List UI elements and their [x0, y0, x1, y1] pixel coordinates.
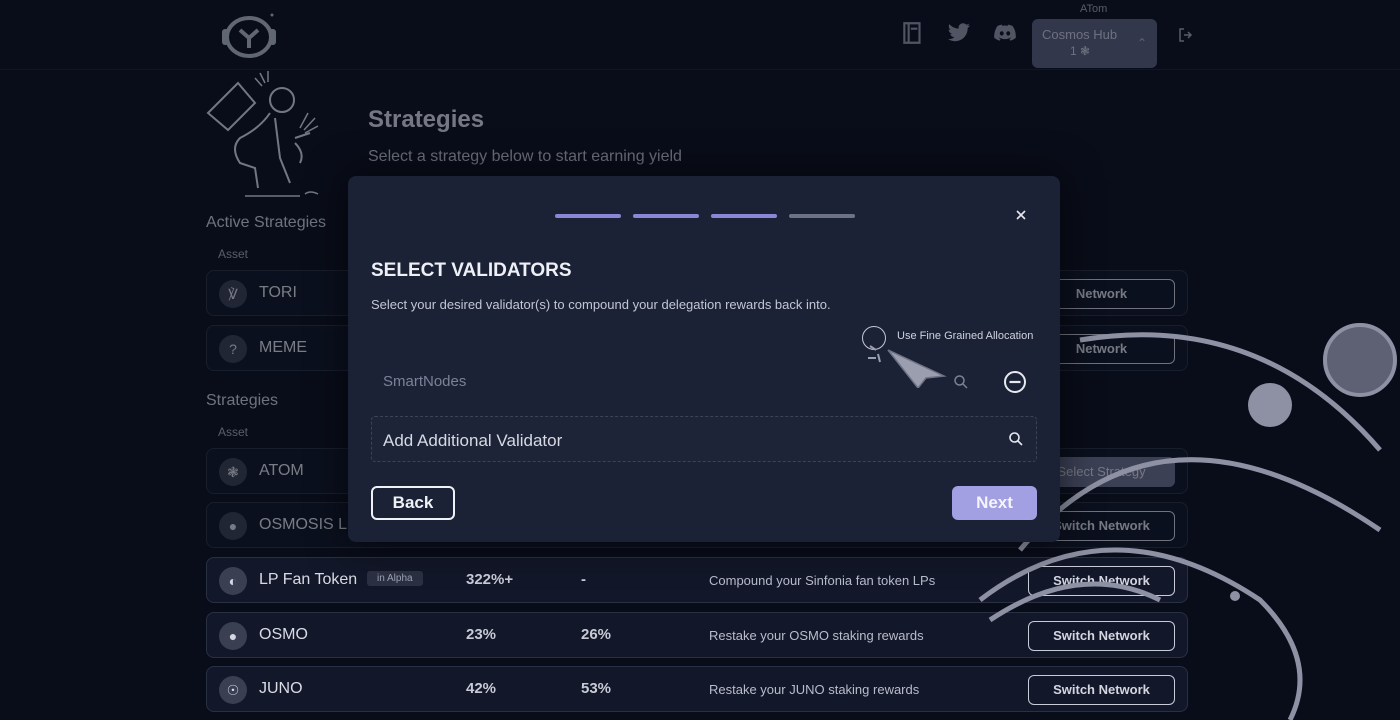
close-icon[interactable] [1014, 208, 1028, 222]
asset-name: JUNO [259, 680, 303, 697]
strategy-description: Compound your Sinfonia fan token LPs [709, 573, 936, 588]
lp-fan-token-icon: ◐ [219, 567, 247, 595]
back-button[interactable]: Back [371, 486, 455, 520]
remove-validator-icon[interactable] [1003, 370, 1027, 394]
apr-value: - [581, 571, 586, 588]
asset-name: LP Fan Token [259, 571, 358, 588]
apy-value: 322%+ [466, 571, 514, 588]
progress-stepper [555, 214, 855, 218]
selected-validator-row: SmartNodes [371, 362, 1037, 402]
apy-value: 23% [466, 626, 497, 643]
next-button[interactable]: Next [952, 486, 1037, 520]
step-indicator [633, 214, 699, 218]
add-validator-placeholder: Add Additional Validator [383, 431, 563, 450]
step-indicator [789, 214, 855, 218]
juno-icon: ☉ [219, 676, 247, 704]
step-indicator [555, 214, 621, 218]
strategy-description: Restake your JUNO staking rewards [709, 682, 920, 697]
validator-name: SmartNodes [383, 373, 467, 390]
alpha-badge: in Alpha [367, 571, 423, 586]
apy-value: 42% [466, 680, 497, 697]
search-icon[interactable] [1008, 431, 1024, 447]
strategy-description: Restake your OSMO staking rewards [709, 628, 924, 643]
modal-title: SELECT VALIDATORS [371, 260, 572, 281]
apr-value: 26% [581, 626, 612, 643]
modal-description: Select your desired validator(s) to comp… [371, 297, 831, 312]
add-validator-input[interactable]: Add Additional Validator [371, 416, 1037, 462]
select-validators-modal: SELECT VALIDATORS Select your desired va… [348, 176, 1060, 542]
step-indicator [711, 214, 777, 218]
asset-name: OSMO [259, 626, 308, 643]
apr-value: 53% [581, 680, 612, 697]
osmo-icon: ● [219, 622, 247, 650]
search-icon [954, 375, 968, 389]
